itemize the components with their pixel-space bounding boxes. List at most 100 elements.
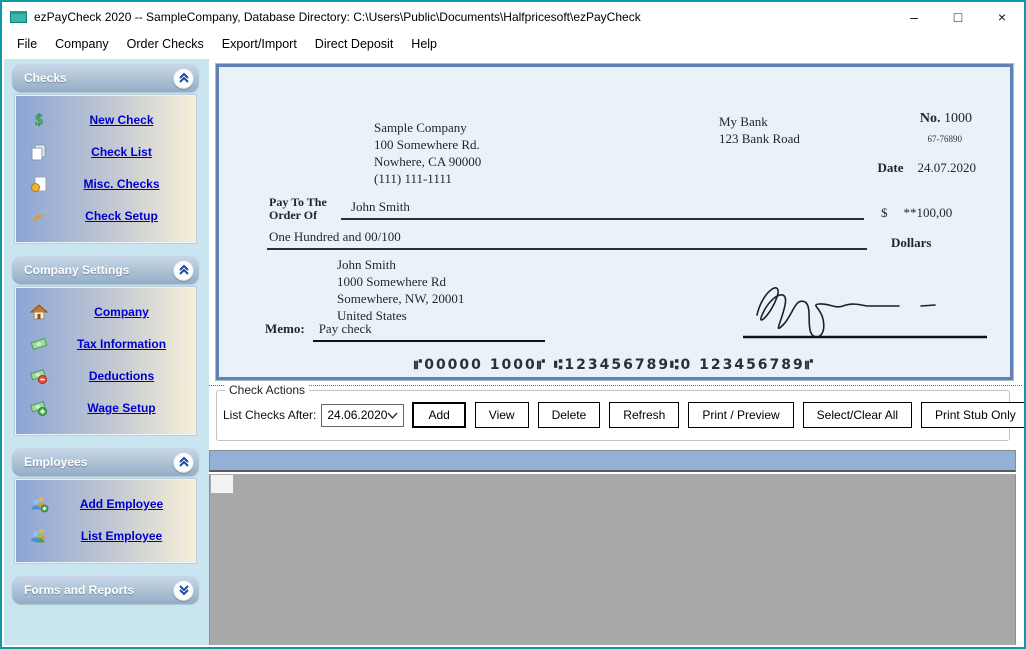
memo-value: Pay check [313, 321, 545, 342]
person-add-icon [16, 495, 62, 513]
sidebar-link[interactable]: Tax Information [62, 337, 181, 351]
sidebar-link[interactable]: Check Setup [62, 209, 181, 223]
sidebar-link[interactable]: Deductions [62, 369, 181, 383]
company-name: Sample Company [374, 119, 481, 136]
grid-body [209, 474, 1016, 645]
menu-order-checks[interactable]: Order Checks [118, 33, 213, 55]
company-address2: Nowhere, CA 90000 [374, 153, 481, 170]
print-stub-only-button[interactable]: Print Stub Only [921, 402, 1026, 428]
main-area: Sample Company 100 Somewhere Rd. Nowhere… [209, 59, 1022, 645]
sidebar-link[interactable]: Wage Setup [62, 401, 181, 415]
signature [739, 275, 991, 341]
micr-line: ⑈00000 1000⑈ ⑆123456789⑆0 123456789⑈ [219, 357, 1010, 373]
dollar-icon: $ [16, 111, 62, 129]
memo: Memo: Pay check [265, 321, 545, 342]
svg-text:$: $ [35, 112, 43, 129]
print-preview-button[interactable]: Print / Preview [688, 402, 793, 428]
window-title: ezPayCheck 2020 -- SampleCompany, Databa… [34, 10, 641, 24]
menu-bar: File Company Order Checks Export/Import … [2, 31, 1024, 57]
select-clear-all-button[interactable]: Select/Clear All [803, 402, 912, 428]
panel-title: Company Settings [24, 263, 129, 277]
chevron-down-icon[interactable] [387, 412, 398, 419]
sidebar-link[interactable]: Check List [62, 145, 181, 159]
section-divider [209, 385, 1022, 386]
app-icon [10, 11, 27, 23]
panel-forms-reports-header[interactable]: Forms and Reports [12, 576, 199, 604]
copy-pages-icon [16, 143, 62, 161]
payee-name: John Smith [341, 199, 864, 220]
sidebar-item-add-employee[interactable]: Add Employee [16, 488, 195, 520]
sidebar-item-wage-setup[interactable]: Wage Setup [16, 392, 195, 424]
panel-forms-reports: Forms and Reports [12, 576, 199, 604]
panel-title: Forms and Reports [24, 583, 134, 597]
check-actions-group: Check Actions List Checks After: 24.06.2… [216, 390, 1010, 441]
people-icon [16, 527, 62, 545]
panel-checks-header[interactable]: Checks [12, 64, 199, 92]
refresh-button[interactable]: Refresh [609, 402, 679, 428]
panel-company-settings: Company Settings Company [12, 256, 199, 435]
sidebar-link[interactable]: List Employee [62, 529, 181, 543]
delete-button[interactable]: Delete [538, 402, 601, 428]
pay-to-label: Pay To The Order Of [269, 196, 327, 222]
panel-title: Checks [24, 71, 67, 85]
panel-title: Employees [24, 455, 87, 469]
menu-company[interactable]: Company [46, 33, 118, 55]
bank-block: My Bank 123 Bank Road [719, 113, 800, 147]
sidebar-item-check-list[interactable]: Check List [16, 136, 195, 168]
collapse-up-icon[interactable] [173, 452, 194, 473]
minimize-button[interactable]: – [892, 2, 936, 31]
check-date: Date24.07.2020 [878, 160, 977, 176]
panel-employees: Employees Add Employee [12, 448, 199, 563]
routing-fraction: 67-76890 [928, 134, 963, 144]
maximize-button[interactable]: □ [936, 2, 980, 31]
add-button[interactable]: Add [412, 402, 465, 428]
date-filter-value: 24.06.2020 [327, 408, 387, 422]
close-button[interactable]: × [980, 2, 1024, 31]
sidebar-link[interactable]: Misc. Checks [62, 177, 181, 191]
sidebar: Checks $ New Check [4, 59, 209, 645]
sidebar-link[interactable]: New Check [62, 113, 181, 127]
collapse-up-icon[interactable] [173, 68, 194, 89]
menu-file[interactable]: File [8, 33, 46, 55]
sidebar-link[interactable]: Add Employee [62, 497, 181, 511]
list-checks-after-label: List Checks After: [223, 408, 316, 422]
sidebar-link[interactable]: Company [62, 305, 181, 319]
panel-checks: Checks $ New Check [12, 64, 199, 243]
sidebar-item-check-setup[interactable]: Check Setup [16, 200, 195, 232]
wrench-icon [16, 207, 62, 225]
company-address-block: Sample Company 100 Somewhere Rd. Nowhere… [374, 119, 481, 188]
amount-numeric: $**100,00 [881, 205, 952, 221]
check-number: No. 1000 [920, 111, 972, 127]
check-list-grid [209, 450, 1016, 645]
collapse-up-icon[interactable] [173, 260, 194, 281]
check-preview: Sample Company 100 Somewhere Rd. Nowhere… [216, 64, 1013, 380]
panel-company-settings-header[interactable]: Company Settings [12, 256, 199, 284]
view-button[interactable]: View [475, 402, 529, 428]
grid-corner-cell [210, 474, 234, 494]
menu-direct-deposit[interactable]: Direct Deposit [306, 33, 403, 55]
sidebar-item-deductions[interactable]: Deductions [16, 360, 195, 392]
app-window: ezPayCheck 2020 -- SampleCompany, Databa… [0, 0, 1026, 649]
banknote-minus-icon [16, 367, 62, 385]
banknote-plus-icon [16, 399, 62, 417]
collapse-down-icon[interactable] [173, 580, 194, 601]
sidebar-item-company[interactable]: Company [16, 296, 195, 328]
grid-header-row [209, 450, 1016, 472]
sidebar-item-tax-information[interactable]: Tax Information [16, 328, 195, 360]
sidebar-item-misc-checks[interactable]: Misc. Checks [16, 168, 195, 200]
menu-export-import[interactable]: Export/Import [213, 33, 306, 55]
group-label: Check Actions [225, 383, 309, 397]
title-bar: ezPayCheck 2020 -- SampleCompany, Databa… [2, 2, 1024, 31]
panel-employees-header[interactable]: Employees [12, 448, 199, 476]
amount-in-words: One Hundred and 00/100 [267, 229, 867, 250]
sidebar-item-list-employee[interactable]: List Employee [16, 520, 195, 552]
date-filter-combobox[interactable]: 24.06.2020 [321, 404, 404, 427]
banknote-icon [16, 335, 62, 353]
dollars-label: Dollars [891, 235, 931, 251]
house-icon [16, 303, 62, 321]
document-coin-icon [16, 175, 62, 193]
company-phone: (111) 111-1111 [374, 170, 481, 187]
bank-address: 123 Bank Road [719, 130, 800, 147]
menu-help[interactable]: Help [402, 33, 446, 55]
sidebar-item-new-check[interactable]: $ New Check [16, 104, 195, 136]
